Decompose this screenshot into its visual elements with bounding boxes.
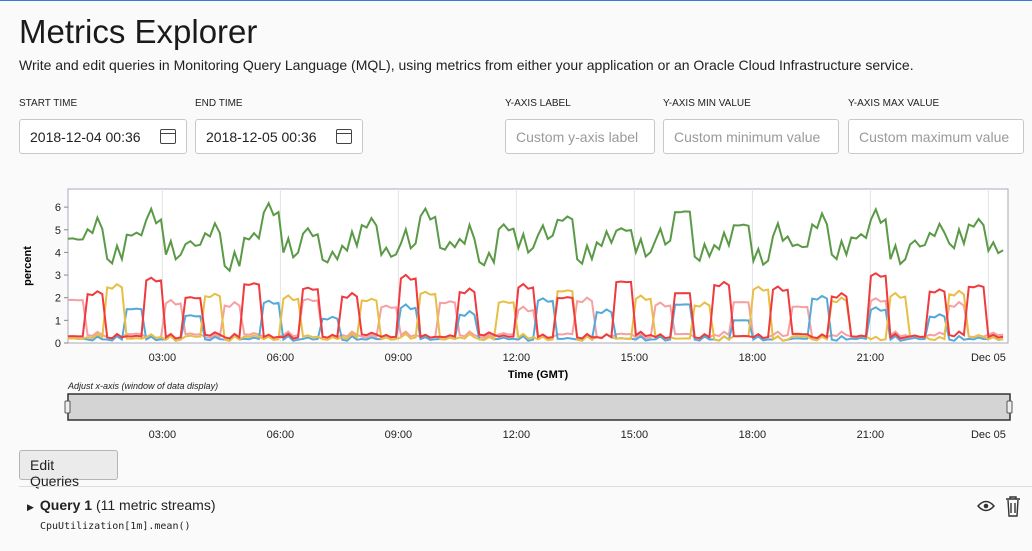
eye-icon[interactable] <box>976 500 996 512</box>
query-stream-count: (11 metric streams) <box>95 497 216 513</box>
range-x-tick-label: 06:00 <box>267 429 295 441</box>
y-tick-label: 3 <box>55 270 61 282</box>
range-x-tick-label: Dec 05 <box>971 429 1006 441</box>
x-tick-label: Dec 05 <box>971 352 1006 364</box>
x-tick-label: 06:00 <box>267 352 295 364</box>
x-tick-label: 21:00 <box>857 352 885 364</box>
query-name: Query 1 <box>39 497 93 513</box>
range-x-tick-label: 12:00 <box>503 429 531 441</box>
y-tick-label: 5 <box>55 225 61 237</box>
divider <box>19 486 1032 487</box>
range-x-tick-label: 03:00 <box>149 429 177 441</box>
y-axis-title: percent <box>22 246 34 286</box>
x-tick-label: 03:00 <box>149 352 177 364</box>
y-tick-label: 1 <box>55 315 61 327</box>
y-tick-label: 2 <box>55 293 61 305</box>
x-tick-label: 15:00 <box>621 352 649 364</box>
y-tick-label: 0 <box>55 338 61 350</box>
edit-queries-button[interactable]: Edit Queries <box>19 450 118 489</box>
x-tick-label: 12:00 <box>503 352 531 364</box>
trash-icon[interactable] <box>1006 496 1020 517</box>
x-axis-title: Time (GMT) <box>508 369 569 381</box>
y-tick-label: 6 <box>55 202 61 214</box>
range-x-tick-label: 15:00 <box>621 429 649 441</box>
expand-triangle-icon[interactable]: ▶ <box>27 502 34 512</box>
range-x-tick-label: 18:00 <box>739 429 767 441</box>
metrics-chart: 03:00 03:00 06:00 06:00 09:00 09:00 12:00 12:00… <box>22 188 1013 441</box>
query-expression: CpuUtilization[1m].mean() <box>40 521 191 532</box>
x-tick-label: 09:00 <box>385 352 413 364</box>
range-x-tick-label: 09:00 <box>385 429 413 441</box>
query-header[interactable]: ▶ Query 1 (11 metric streams) <box>27 497 216 513</box>
range-selector-window <box>67 393 1011 421</box>
range-caption: Adjust x-axis (window of data display) <box>67 381 218 391</box>
range-x-tick-label: 21:00 <box>857 429 885 441</box>
range-handle-right[interactable] <box>1006 400 1013 414</box>
y-tick-label: 4 <box>55 247 61 259</box>
x-tick-label: 18:00 <box>739 352 767 364</box>
range-handle-left[interactable] <box>64 400 71 414</box>
